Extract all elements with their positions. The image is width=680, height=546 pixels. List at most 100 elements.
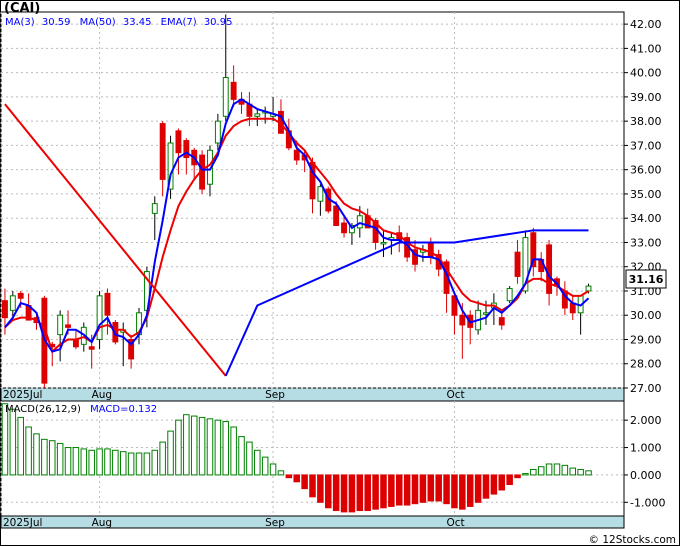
price-tick-label: 35.00 <box>630 188 662 201</box>
candle-up <box>317 186 324 202</box>
candle-down <box>159 123 166 180</box>
legend-macd-label: MACD(26,12,9) <box>5 404 81 415</box>
macd-bar-positive <box>553 463 561 476</box>
macd-bar-positive <box>261 456 269 476</box>
macd-bar-negative <box>395 474 403 506</box>
price-tick-label: 30.00 <box>630 309 662 322</box>
macd-bar-positive <box>537 466 545 476</box>
candle-down <box>183 140 190 159</box>
macd-bar-positive <box>246 441 253 476</box>
macd-tick-label: 1.000 <box>630 442 662 455</box>
macd-bar-negative <box>309 474 316 498</box>
macd-bar-positive <box>41 438 48 476</box>
candle-up <box>9 295 16 311</box>
macd-bar-positive <box>96 448 103 476</box>
macd-bar-positive <box>143 452 151 476</box>
macd-bar-positive <box>151 449 159 476</box>
macd-bar-negative <box>435 474 442 502</box>
legend-ma3-value: 30.59 <box>42 17 71 28</box>
price-tick-label: 39.00 <box>630 91 662 104</box>
macd-bar-positive <box>577 468 584 476</box>
macd-bar-negative <box>364 474 371 512</box>
date-label: 2025Jul <box>3 389 42 401</box>
macd-bar-positive <box>25 426 32 476</box>
macd-bar-positive <box>80 448 88 476</box>
macd-tick-label: -1.000 <box>630 496 665 509</box>
candle-up <box>57 314 64 336</box>
macd-bar-negative <box>490 474 498 495</box>
price-tick-label: 27.00 <box>630 382 662 395</box>
macd-bar-negative <box>380 474 387 509</box>
candle-down <box>498 317 505 326</box>
macd-bar-positive <box>72 447 80 476</box>
macd-bar-positive <box>9 408 17 476</box>
macd-bar-negative <box>474 474 482 503</box>
macd-bar-positive <box>254 449 261 476</box>
macd-bar-negative <box>285 474 293 479</box>
macd-tick-label: 2.000 <box>630 414 662 427</box>
macd-bar-positive <box>104 448 111 476</box>
macd-bar-positive <box>545 463 553 476</box>
macd-bar-negative <box>459 474 466 510</box>
price-tick-label: 37.00 <box>630 139 662 152</box>
macd-bar-negative <box>317 474 324 503</box>
macd-bar-negative <box>451 474 458 509</box>
macd-bar-positive <box>522 473 529 476</box>
candle-up <box>380 241 387 245</box>
candle-down <box>72 338 79 348</box>
macd-bar-positive <box>269 463 277 476</box>
macd-bar-positive <box>561 464 569 476</box>
candle-up <box>506 288 513 302</box>
candle-up <box>96 295 103 340</box>
macd-bar-negative <box>293 474 300 483</box>
macd-bar-negative <box>348 474 356 513</box>
price-tick-label: 33.00 <box>630 236 662 249</box>
candle-up <box>214 120 221 144</box>
price-tick-label: 28.00 <box>630 358 662 371</box>
macd-bar-positive <box>88 449 95 476</box>
candle-down <box>341 222 347 234</box>
price-tick-label: 40.00 <box>630 67 662 80</box>
macd-bar-negative <box>419 474 427 503</box>
candle-down <box>88 346 95 350</box>
macd-bar-positive <box>206 418 214 476</box>
macd-bar-positive <box>159 441 166 476</box>
legend-ma50-value: 33.45 <box>123 17 152 28</box>
price-tick-label: 41.00 <box>630 42 662 55</box>
macd-bar-negative <box>372 474 379 510</box>
macd-bar-positive <box>277 470 285 476</box>
macd-bar-negative <box>325 474 332 509</box>
date-label: Aug <box>92 517 113 529</box>
copyright-footer: © 12Stocks.com <box>589 534 677 546</box>
macd-bar-negative <box>411 474 419 505</box>
macd-bar-positive <box>183 414 190 476</box>
macd-bar-positive <box>56 442 64 476</box>
macd-bar-positive <box>119 451 127 476</box>
macd-bar-positive <box>175 419 182 476</box>
candle-down <box>333 205 340 226</box>
candle-up <box>254 113 261 117</box>
candle-down <box>65 324 71 328</box>
date-label: Oct <box>446 389 464 401</box>
macd-bar-negative <box>388 474 395 507</box>
macd-bar-positive <box>190 415 198 476</box>
macd-bar-positive <box>127 452 135 476</box>
macd-bar-negative <box>356 474 364 512</box>
macd-bar-negative <box>340 474 348 513</box>
candle-up <box>222 76 229 117</box>
legend-ema7-value: 30.95 <box>204 17 233 28</box>
macd-bar-positive <box>222 421 230 476</box>
candle-down <box>17 292 24 299</box>
date-label: 2025Jul <box>3 517 42 529</box>
legend-ema7-label: EMA(7) <box>161 17 197 28</box>
candle-up <box>151 203 158 214</box>
macd-legend: MACD(26,12,9) MACD=0.132 <box>5 404 157 415</box>
macd-bar-positive <box>48 440 56 476</box>
macd-bar-positive <box>230 426 237 476</box>
candle-down <box>1 300 8 319</box>
macd-tick-label: 0.000 <box>630 469 662 482</box>
macd-bar-negative <box>443 474 450 505</box>
macd-bar-positive <box>569 467 577 476</box>
stock-chart: 42.00 41.00 40.00 39.00 38.00 37.00 36.00 35.00… <box>0 0 680 546</box>
macd-bar-positive <box>64 447 72 476</box>
